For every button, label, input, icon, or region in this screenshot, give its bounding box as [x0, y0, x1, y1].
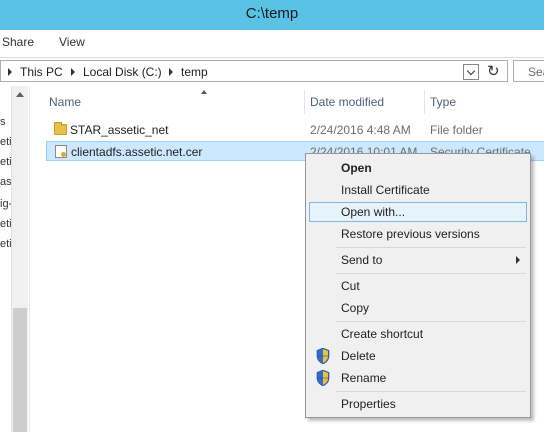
breadcrumb-local-disk[interactable]: Local Disk (C:)	[83, 65, 162, 79]
menu-item-open[interactable]: Open	[309, 158, 527, 178]
menu-separator	[336, 273, 526, 274]
certificate-icon	[55, 145, 67, 158]
file-type: File folder	[430, 123, 483, 137]
search-input[interactable]: Sea	[513, 60, 544, 82]
menu-item-label: Send to	[341, 253, 383, 267]
uac-shield-icon	[316, 370, 330, 386]
menu-item-delete[interactable]: Delete	[309, 346, 527, 366]
address-box[interactable]: This PC Local Disk (C:) temp ↻	[0, 60, 508, 82]
scrollbar-thumb[interactable]	[13, 308, 27, 432]
column-divider[interactable]	[424, 90, 425, 114]
tab-view[interactable]: View	[59, 35, 85, 49]
navigation-scrollbar[interactable]	[11, 86, 28, 432]
address-bar: This PC Local Disk (C:) temp ↻ Sea	[0, 57, 544, 85]
breadcrumb-this-pc[interactable]: This PC	[20, 65, 63, 79]
search-placeholder: Sea	[528, 65, 544, 79]
menu-item-label: Copy	[341, 301, 370, 315]
refresh-icon[interactable]: ↻	[487, 62, 500, 80]
breadcrumb-temp[interactable]: temp	[181, 65, 208, 79]
menu-item-label: Open with...	[341, 205, 406, 219]
menu-item-send-to[interactable]: Send to	[309, 250, 527, 270]
menu-item-label: Cut	[341, 279, 360, 293]
menu-item-rename[interactable]: Rename	[309, 368, 527, 388]
address-dropdown-icon[interactable]	[463, 64, 479, 80]
nav-item[interactable]: s	[0, 116, 6, 128]
menu-separator	[336, 247, 526, 248]
file-date: 2/24/2016 4:48 AM	[310, 123, 411, 137]
menu-item-label: Properties	[341, 397, 396, 411]
menu-item-copy[interactable]: Copy	[309, 298, 527, 318]
submenu-arrow-icon	[516, 256, 520, 264]
breadcrumb-chevron-icon[interactable]	[8, 68, 12, 76]
file-name: STAR_assetic_net	[70, 123, 169, 137]
menu-item-label: Create shortcut	[341, 327, 424, 341]
uac-shield-icon	[316, 348, 330, 364]
column-header-type[interactable]: Type	[430, 95, 456, 109]
menu-item-install-certificate[interactable]: Install Certificate	[309, 180, 527, 200]
menu-item-label: Delete	[341, 349, 376, 363]
breadcrumb-chevron-icon[interactable]	[71, 68, 75, 76]
ribbon: Share View	[0, 30, 544, 54]
column-divider[interactable]	[304, 90, 305, 114]
column-header-date[interactable]: Date modified	[310, 95, 384, 109]
context-menu: Open Install Certificate Open with... Re…	[305, 153, 531, 418]
scroll-up-arrow-icon[interactable]	[16, 92, 24, 97]
menu-item-open-with[interactable]: Open with...	[309, 202, 527, 222]
menu-item-label: Install Certificate	[341, 183, 430, 197]
tab-share[interactable]: Share	[2, 35, 34, 49]
column-header-name[interactable]: Name	[49, 95, 81, 109]
menu-item-label: Rename	[341, 371, 387, 385]
menu-item-create-shortcut[interactable]: Create shortcut	[309, 324, 527, 344]
menu-separator	[336, 321, 526, 322]
window-title: C:\temp	[245, 5, 299, 22]
folder-icon	[54, 122, 67, 135]
menu-item-restore-previous-versions[interactable]: Restore previous versions	[309, 224, 527, 244]
file-row[interactable]: STAR_assetic_net 2/24/2016 4:48 AM File …	[46, 120, 544, 140]
menu-item-properties[interactable]: Properties	[309, 394, 527, 414]
menu-item-label: Restore previous versions	[341, 227, 480, 241]
breadcrumb-chevron-icon[interactable]	[169, 68, 173, 76]
sort-ascending-icon	[201, 90, 207, 94]
menu-item-label: Open	[341, 161, 372, 175]
title-bar: C:\temp	[0, 0, 544, 30]
menu-separator	[336, 391, 526, 392]
file-name: clientadfs.assetic.net.cer	[71, 145, 203, 159]
menu-item-cut[interactable]: Cut	[309, 276, 527, 296]
